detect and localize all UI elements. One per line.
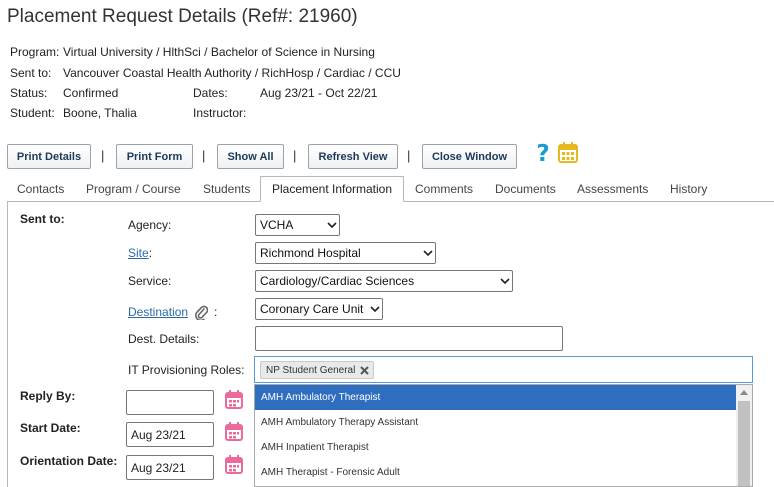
it-roles-dropdown[interactable]: AMH Ambulatory Therapist AMH Ambulatory … [254,384,753,487]
destination-colon: : [214,305,218,319]
program-value: Virtual University / HlthSci / Bachelor … [63,45,375,59]
tab-comments[interactable]: Comments [415,182,473,196]
tab-assessments[interactable]: Assessments [577,182,648,196]
service-select[interactable]: Cardiology/Cardiac Sciences [255,270,513,292]
role-tag-label: NP Student General [266,364,356,376]
tab-contacts[interactable]: Contacts [17,182,64,196]
scrollbar-thumb[interactable] [738,401,750,486]
it-provisioning-roles-label: IT Provisioning Roles: [128,363,245,377]
agency-label: Agency: [128,218,172,232]
page-title: Placement Request Details (Ref#: 21960) [7,6,358,27]
dropdown-option[interactable]: AMH Therapist - Forensic Adult [255,460,737,485]
service-label: Service: [128,274,172,288]
remove-tag-icon[interactable] [360,365,370,375]
service-select-value: Cardiology/Cardiac Sciences [260,274,415,288]
tab-placement-information[interactable]: Placement Information [260,176,404,202]
help-icon[interactable]: ? [533,141,553,165]
chevron-down-icon [325,222,339,228]
student-value: Boone, Thalia [63,106,137,120]
calendar-icon[interactable] [225,422,243,441]
sent-to-section-label: Sent to: [20,212,65,226]
toolbar-separator: | [293,148,297,163]
destination-label-row: Destination : [128,304,217,320]
svg-text:?: ? [536,141,549,165]
destination-link[interactable]: Destination [128,305,188,319]
dest-details-input[interactable] [255,326,563,351]
start-date-label: Start Date: [20,421,81,435]
tab-program-course[interactable]: Program / Course [86,182,181,196]
site-label-row: Site: [128,246,152,260]
instructor-label: Instructor: [193,106,247,120]
toolbar-separator: | [101,148,105,163]
tab-documents[interactable]: Documents [495,182,556,196]
toolbar-separator: | [202,148,206,163]
panel-border [7,201,8,487]
print-form-button[interactable]: Print Form [116,144,193,169]
chevron-down-icon [421,250,435,256]
scroll-up-icon[interactable] [740,390,748,395]
tab-students[interactable]: Students [203,182,250,196]
sent-to-value: Vancouver Coastal Health Authority / Ric… [63,66,401,80]
dropdown-option[interactable]: AMH Inpatient Therapist [255,435,737,460]
site-select[interactable]: Richmond Hospital [255,242,436,264]
it-provisioning-roles-input[interactable]: NP Student General [254,356,753,383]
reply-by-label: Reply By: [20,389,76,403]
calendar-icon[interactable] [225,455,243,474]
orientation-date-input[interactable]: Aug 23/21 [126,455,214,480]
orientation-date-label: Orientation Date: [20,454,118,468]
status-value: Confirmed [63,86,119,100]
calendar-icon[interactable] [558,142,578,163]
dates-label: Dates: [193,86,228,100]
reply-by-input[interactable] [126,390,214,415]
destination-select[interactable]: Coronary Care Unit [255,298,383,320]
print-details-button[interactable]: Print Details [7,144,91,169]
chevron-down-icon [368,306,382,312]
status-label: Status: [10,86,48,100]
calendar-icon[interactable] [225,390,243,409]
dropdown-option[interactable]: AMH Ambulatory Therapist [255,385,737,410]
start-date-input[interactable]: Aug 23/21 [126,422,214,447]
dates-value: Aug 23/21 - Oct 22/21 [260,86,378,100]
role-tag: NP Student General [260,361,375,379]
program-label: Program: [10,45,60,59]
site-link[interactable]: Site [128,246,149,260]
site-colon: : [148,246,153,260]
chevron-down-icon [498,278,512,284]
agency-select-value: VCHA [260,218,294,232]
refresh-view-button[interactable]: Refresh View [308,144,398,169]
toolbar-separator: | [407,148,411,163]
tab-history[interactable]: History [670,182,707,196]
show-all-button[interactable]: Show All [217,144,284,169]
close-window-button[interactable]: Close Window [422,144,517,169]
dropdown-option[interactable]: AMH Ambulatory Therapy Assistant [255,410,737,435]
site-select-value: Richmond Hospital [260,246,361,260]
sent-to-label: Sent to: [10,66,52,80]
student-label: Student: [10,106,55,120]
dest-details-label: Dest. Details: [128,332,200,346]
agency-select[interactable]: VCHA [255,214,340,236]
destination-select-value: Coronary Care Unit [260,302,364,316]
paperclip-icon[interactable] [194,304,209,320]
